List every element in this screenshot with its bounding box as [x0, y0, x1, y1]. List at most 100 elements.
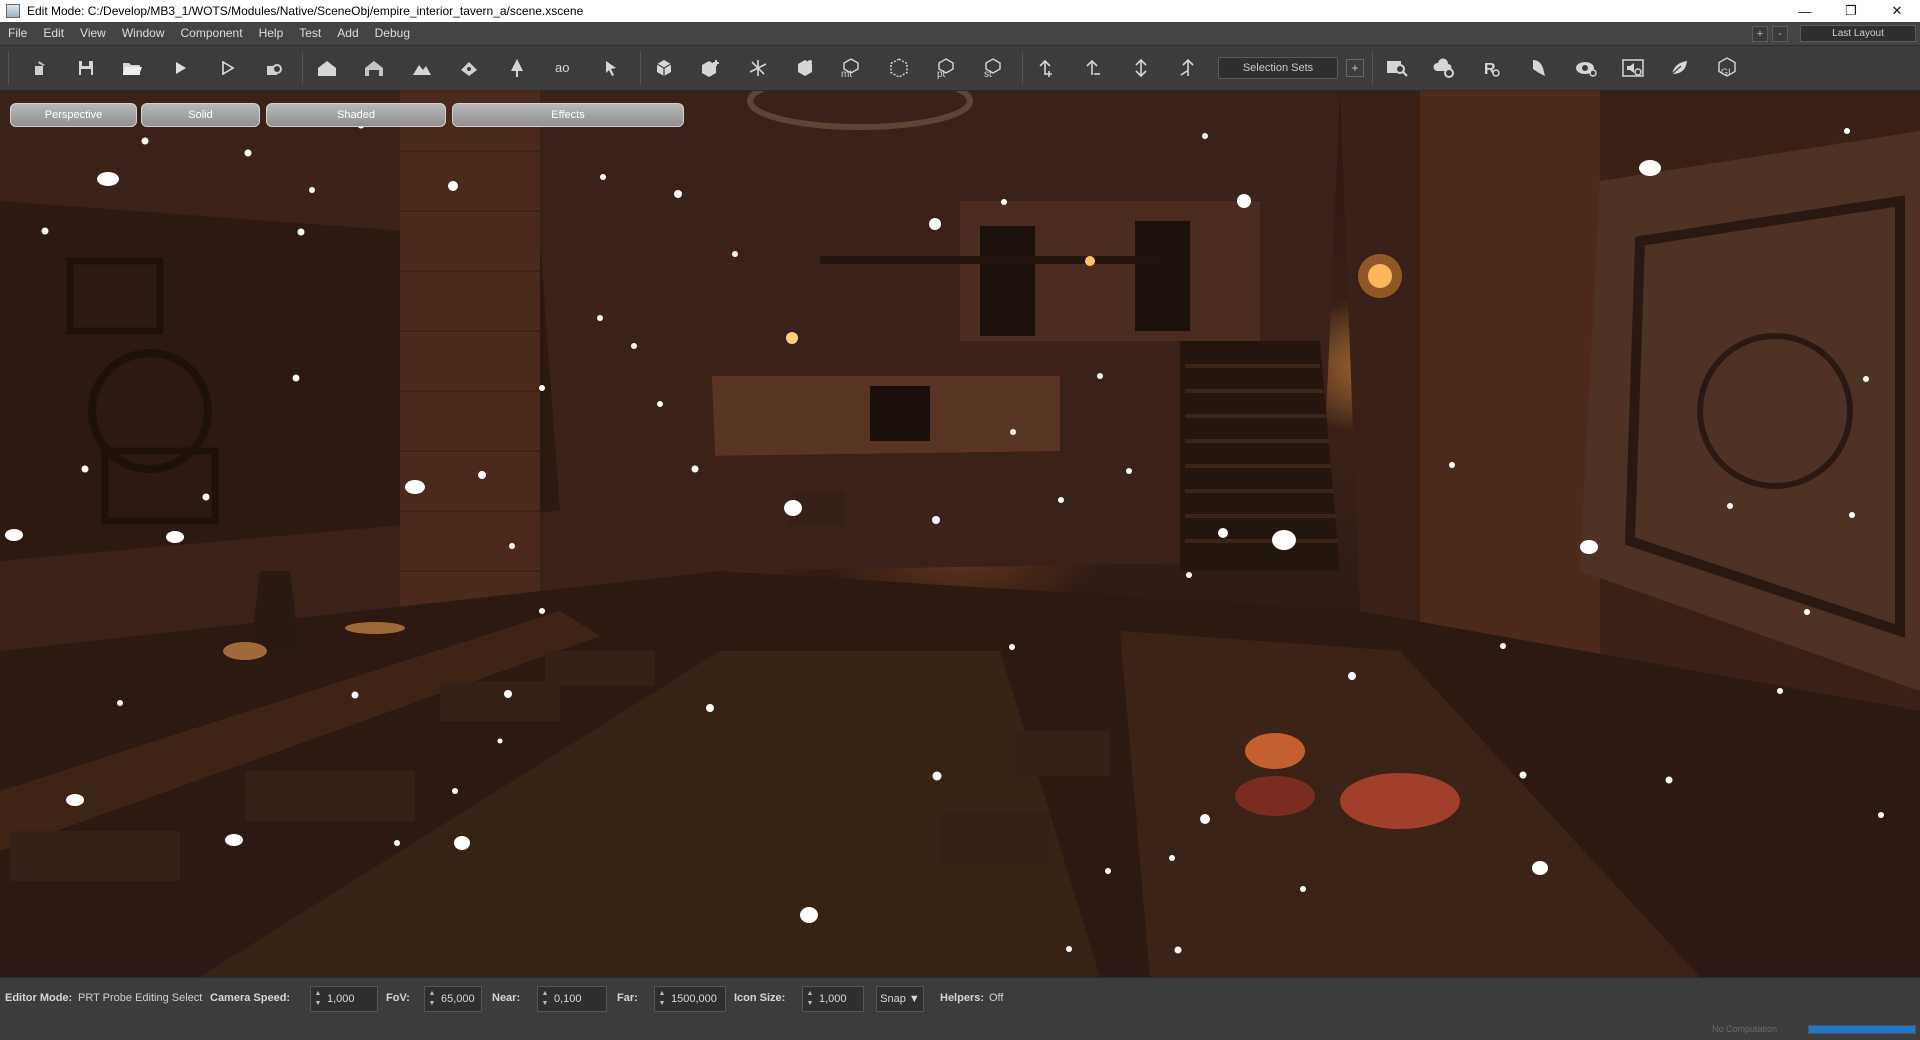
ao-icon[interactable]: ao [551, 55, 577, 81]
stepper-arrows-icon[interactable]: ▲ ▼ [805, 989, 815, 1009]
restore-button[interactable]: ❐ [1828, 0, 1874, 22]
status-bar: Editor Mode: PRT Probe Editing Select Ca… [0, 977, 1920, 1040]
save-icon[interactable] [73, 55, 99, 81]
fov-label: FoV: [386, 992, 410, 1004]
stepper-arrows-icon[interactable]: ▲ ▼ [657, 989, 667, 1009]
selection-sets-add-button[interactable]: + [1346, 59, 1364, 77]
mt-icon[interactable]: mt [839, 55, 865, 81]
far-stepper[interactable]: ▲ ▼ 1500,000 [654, 986, 726, 1012]
icon-size-stepper[interactable]: ▲ ▼ 1,000 [802, 986, 864, 1012]
scene-viewport[interactable]: Perspective Solid Shaded Effects [0, 91, 1920, 977]
near-stepper[interactable]: ▲ ▼ 0,100 [537, 986, 607, 1012]
stepper-arrows-icon[interactable]: ▲ ▼ [540, 989, 550, 1009]
cursor-icon[interactable] [598, 55, 624, 81]
menu-bar: File Edit View Window Component Help Tes… [0, 22, 1920, 45]
toolbar-grip[interactable] [8, 52, 9, 84]
sound-icon[interactable] [1620, 55, 1646, 81]
icon-size-label: Icon Size: [734, 992, 786, 1004]
svg-text:ao: ao [555, 60, 569, 75]
svg-text:st: st [984, 69, 992, 79]
menu-window[interactable]: Window [114, 22, 173, 45]
editor-mode-label: Editor Mode: [5, 992, 73, 1004]
app-icon [6, 4, 20, 18]
close-button[interactable]: ✕ [1874, 0, 1920, 22]
camera-speed-label: Camera Speed: [210, 992, 291, 1004]
solid-button[interactable]: Solid [141, 103, 260, 127]
play-outline-icon[interactable] [214, 55, 240, 81]
flag-icon[interactable] [1526, 55, 1552, 81]
near-label: Near: [492, 992, 521, 1004]
menu-file[interactable]: File [0, 22, 35, 45]
selection-sets-dropdown[interactable]: Selection Sets [1218, 57, 1338, 79]
svg-text:mt: mt [841, 69, 852, 79]
snap-dropdown[interactable]: Snap ▼ [876, 986, 924, 1012]
effects-button[interactable]: Effects [452, 103, 684, 127]
cube-wire-icon[interactable] [886, 55, 912, 81]
toolbar-separator [302, 52, 303, 84]
build-icon[interactable] [261, 55, 287, 81]
tavern-scene-render [0, 91, 1920, 977]
eye-icon[interactable] [1573, 55, 1599, 81]
toolbar-separator [640, 52, 641, 84]
toolbar-separator [1022, 52, 1023, 84]
st-icon[interactable]: st [981, 55, 1007, 81]
toolbar-separator [1372, 52, 1373, 84]
flora-edit-icon[interactable] [1128, 55, 1154, 81]
far-value: 1500,000 [671, 993, 717, 1005]
menu-view[interactable]: View [72, 22, 114, 45]
icon-size-value: 1,000 [819, 993, 847, 1005]
house-outline-icon[interactable] [361, 55, 387, 81]
perspective-button[interactable]: Perspective [10, 103, 137, 127]
minimize-button[interactable]: — [1782, 0, 1828, 22]
menu-component[interactable]: Component [173, 22, 251, 45]
shaded-button[interactable]: Shaded [266, 103, 446, 127]
r-icon[interactable]: R [1478, 55, 1504, 81]
stepper-arrows-icon[interactable]: ▲ ▼ [313, 989, 323, 1009]
menu-help[interactable]: Help [251, 22, 292, 45]
cube-add-icon[interactable] [698, 55, 724, 81]
weather-icon[interactable] [1431, 55, 1457, 81]
layout-select[interactable]: Last Layout [1800, 25, 1916, 42]
helpers-value[interactable]: Off [989, 992, 1003, 1004]
menu-test[interactable]: Test [291, 22, 329, 45]
menu-add[interactable]: Add [329, 22, 366, 45]
stepper-arrows-icon[interactable]: ▲ ▼ [427, 989, 437, 1009]
flora-add-icon[interactable] [1033, 55, 1059, 81]
fov-value: 65,000 [441, 993, 475, 1005]
svg-text:GI: GI [1721, 67, 1731, 77]
gi-icon[interactable]: GI [1714, 55, 1740, 81]
cube-select-icon[interactable] [651, 55, 677, 81]
computation-status: No Computation [1712, 1024, 1778, 1034]
open-folder-icon[interactable] [119, 55, 145, 81]
add-layout-button[interactable]: + [1752, 25, 1768, 42]
window-title: Edit Mode: C:/Develop/MB3_1/WOTS/Modules… [27, 4, 584, 18]
house-icon[interactable] [314, 55, 340, 81]
pt-icon[interactable]: pt [934, 55, 960, 81]
layout-controls: + - Last Layout [1752, 25, 1920, 42]
computation-progress-bar [1808, 1025, 1916, 1034]
axis-icon[interactable] [745, 55, 771, 81]
camera-speed-value: 1,000 [327, 993, 355, 1005]
paint-icon[interactable] [456, 55, 482, 81]
helpers-label: Helpers: [940, 992, 985, 1004]
svg-text:pt: pt [937, 69, 946, 79]
terrain-icon[interactable] [409, 55, 435, 81]
status-controls: Editor Mode: PRT Probe Editing Select Ca… [0, 985, 1920, 1013]
tree-icon[interactable] [504, 55, 530, 81]
play-icon[interactable] [167, 55, 193, 81]
far-label: Far: [617, 992, 638, 1004]
new-scene-icon[interactable] [28, 55, 54, 81]
flora-paint-icon[interactable] [1175, 55, 1201, 81]
box-move-icon[interactable] [792, 55, 818, 81]
near-value: 0,100 [554, 993, 582, 1005]
title-bar: Edit Mode: C:/Develop/MB3_1/WOTS/Modules… [0, 0, 1920, 22]
flora-remove-icon[interactable] [1080, 55, 1106, 81]
remove-layout-button[interactable]: - [1772, 25, 1788, 42]
toolbar: ao mt pt st Selection Sets + R GI [0, 45, 1920, 91]
search-icon[interactable] [1384, 55, 1410, 81]
camera-speed-stepper[interactable]: ▲ ▼ 1,000 [310, 986, 378, 1012]
menu-debug[interactable]: Debug [367, 22, 418, 45]
menu-edit[interactable]: Edit [35, 22, 72, 45]
fov-stepper[interactable]: ▲ ▼ 65,000 [424, 986, 482, 1012]
foliage-icon[interactable] [1667, 55, 1693, 81]
